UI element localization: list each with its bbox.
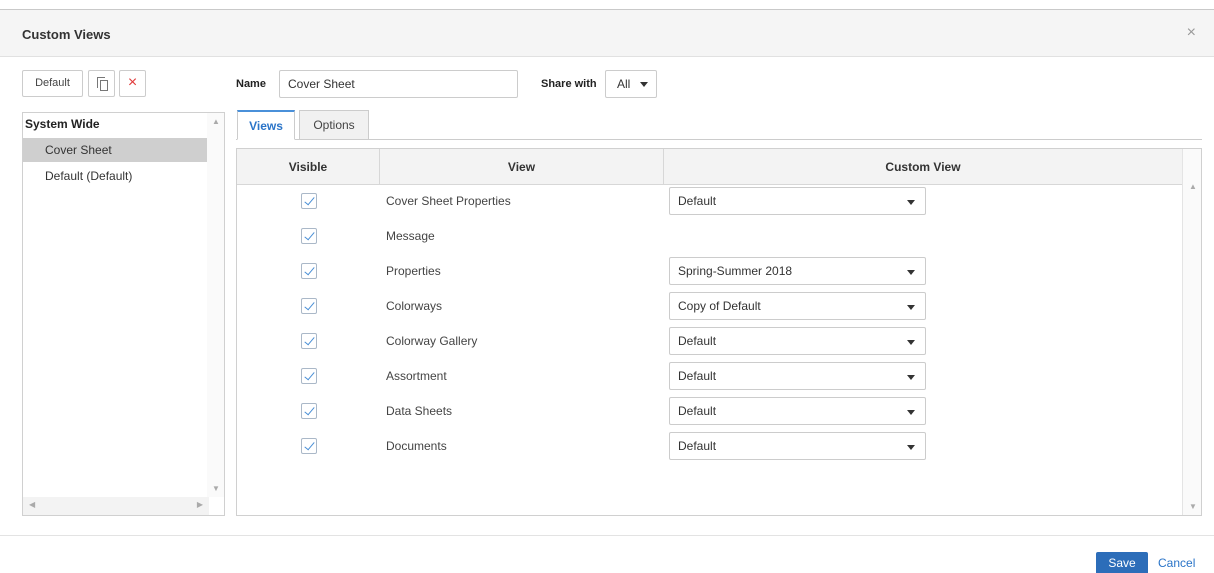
visible-checkbox[interactable]: [301, 263, 317, 279]
scroll-down-icon[interactable]: ▼: [212, 484, 220, 493]
custom-view-value: Copy of Default: [678, 299, 761, 313]
cancel-link[interactable]: Cancel: [1158, 556, 1195, 570]
table-row: Colorway Gallery Default: [237, 324, 1182, 359]
view-name: Assortment: [386, 369, 447, 383]
view-name: Data Sheets: [386, 404, 453, 418]
custom-view-value: Default: [678, 404, 717, 418]
save-button[interactable]: Save: [1096, 552, 1148, 573]
share-with-select[interactable]: All: [605, 70, 657, 98]
scroll-left-icon[interactable]: ◀: [29, 500, 35, 509]
tree-item-default[interactable]: Default (Default): [23, 164, 207, 188]
custom-view-select[interactable]: Spring-Summer 2018: [669, 257, 926, 285]
name-input[interactable]: [279, 70, 518, 98]
table-row: Colorways Copy of Default: [237, 289, 1182, 324]
custom-view-select[interactable]: Default: [669, 432, 926, 460]
tree-vertical-scrollbar[interactable]: ▲ ▼: [207, 113, 224, 497]
grid-vertical-scrollbar[interactable]: ▲ ▼: [1182, 149, 1201, 515]
footer-divider: [0, 535, 1214, 536]
chevron-down-icon: [907, 410, 915, 415]
dialog-title: Custom Views: [22, 27, 111, 42]
table-row: Documents Default: [237, 429, 1182, 464]
chevron-down-icon: [907, 305, 915, 310]
view-tree[interactable]: System Wide Cover Sheet Default (Default…: [22, 112, 225, 516]
table-row: Message: [237, 219, 1182, 254]
share-with-value: All: [617, 77, 631, 91]
top-edge: [0, 0, 1214, 10]
copy-button[interactable]: [88, 70, 115, 97]
scroll-down-icon[interactable]: ▼: [1189, 502, 1197, 511]
chevron-down-icon: [907, 375, 915, 380]
chevron-down-icon: [907, 445, 915, 450]
column-header-view[interactable]: View: [380, 149, 664, 185]
view-name: Cover Sheet Properties: [386, 194, 511, 208]
view-name: Colorway Gallery: [386, 334, 478, 348]
visible-checkbox[interactable]: [301, 403, 317, 419]
table-row: Cover Sheet Properties Default: [237, 184, 1182, 219]
scroll-up-icon[interactable]: ▲: [1189, 182, 1197, 191]
visible-checkbox[interactable]: [301, 228, 317, 244]
delete-icon: ×: [127, 74, 138, 91]
grid-header: Visible View Custom View: [237, 149, 1182, 185]
visible-checkbox[interactable]: [301, 368, 317, 384]
custom-view-value: Default: [678, 369, 717, 383]
table-row: Assortment Default: [237, 359, 1182, 394]
close-icon[interactable]: ×: [1187, 23, 1196, 43]
default-button[interactable]: Default: [22, 70, 83, 97]
column-header-custom-view[interactable]: Custom View: [664, 149, 1182, 185]
tab-options[interactable]: Options: [299, 110, 369, 140]
view-name: Documents: [386, 439, 447, 453]
scroll-right-icon[interactable]: ▶: [197, 500, 203, 509]
custom-view-select[interactable]: Default: [669, 327, 926, 355]
views-grid: Visible View Custom View Cover Sheet Pro…: [236, 148, 1202, 516]
delete-button[interactable]: ×: [119, 70, 146, 97]
custom-view-value: Spring-Summer 2018: [678, 264, 793, 278]
tree-horizontal-scrollbar[interactable]: ◀ ▶: [23, 497, 209, 515]
scroll-up-icon[interactable]: ▲: [212, 117, 220, 126]
tab-views[interactable]: Views: [237, 110, 295, 140]
chevron-down-icon: [640, 82, 648, 87]
visible-checkbox[interactable]: [301, 333, 317, 349]
view-name: Properties: [386, 264, 441, 278]
visible-checkbox[interactable]: [301, 438, 317, 454]
chevron-down-icon: [907, 340, 915, 345]
custom-view-value: Default: [678, 334, 717, 348]
copy-icon: [97, 77, 108, 91]
chevron-down-icon: [907, 200, 915, 205]
tree-group-label: System Wide: [25, 117, 100, 131]
tree-item-cover-sheet[interactable]: Cover Sheet: [23, 138, 207, 162]
table-row: Properties Spring-Summer 2018: [237, 254, 1182, 289]
column-header-visible[interactable]: Visible: [237, 149, 380, 185]
chevron-down-icon: [907, 270, 915, 275]
share-with-label: Share with: [541, 78, 597, 90]
dialog-header: Custom Views ×: [0, 10, 1214, 57]
custom-view-select[interactable]: Default: [669, 362, 926, 390]
custom-view-select[interactable]: Default: [669, 187, 926, 215]
custom-view-select[interactable]: Default: [669, 397, 926, 425]
view-name: Message: [386, 229, 435, 243]
visible-checkbox[interactable]: [301, 193, 317, 209]
view-name: Colorways: [386, 299, 443, 313]
name-label: Name: [236, 78, 266, 90]
tab-divider: [236, 139, 1202, 140]
custom-view-value: Default: [678, 439, 717, 453]
custom-view-select[interactable]: Copy of Default: [669, 292, 926, 320]
visible-checkbox[interactable]: [301, 298, 317, 314]
custom-view-value: Default: [678, 194, 717, 208]
table-row: Data Sheets Default: [237, 394, 1182, 429]
